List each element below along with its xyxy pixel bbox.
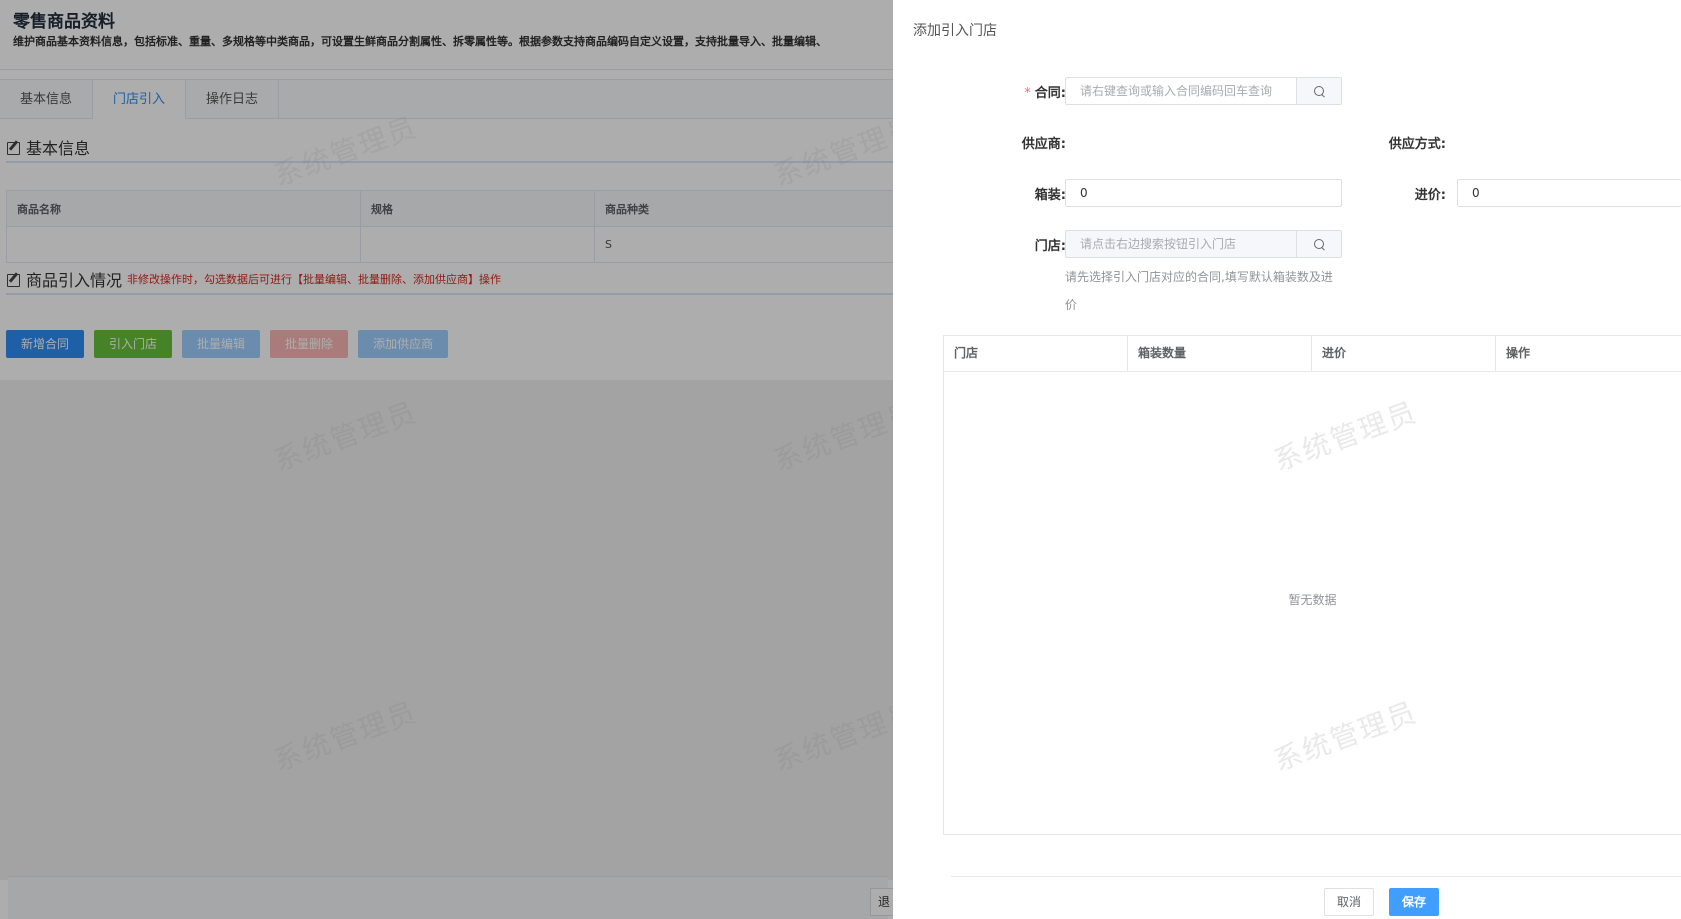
modal-mask[interactable] bbox=[0, 0, 900, 919]
column-header-price: 进价 bbox=[1312, 336, 1496, 371]
box-label: 箱装: bbox=[1034, 188, 1066, 203]
drawer-title: 添加引入门店 bbox=[913, 23, 997, 39]
supplier-label: 供应商: bbox=[1021, 137, 1066, 152]
store-label: 门店: bbox=[1034, 239, 1066, 254]
box-input[interactable]: 0 bbox=[1065, 179, 1342, 207]
drawer-footer bbox=[951, 876, 1681, 919]
column-header-action: 操作 bbox=[1506, 346, 1531, 360]
save-button[interactable]: 保存 bbox=[1389, 888, 1440, 916]
search-icon bbox=[1313, 238, 1325, 250]
empty-text: 暂无数据 bbox=[1288, 593, 1337, 607]
search-icon bbox=[1313, 85, 1325, 97]
column-header-box-qty: 箱装数量 bbox=[1128, 336, 1312, 371]
add-store-drawer: 添加引入门店 *合同: 供应商: 供应方式: 箱装: 0 进价: 0 门店: 请… bbox=[893, 0, 1681, 919]
store-table-header: 门店 箱装数量 进价 操作 bbox=[944, 336, 1681, 372]
contract-search-button[interactable] bbox=[1296, 78, 1341, 104]
contract-input[interactable] bbox=[1066, 78, 1296, 104]
column-header-store: 门店 bbox=[944, 336, 1128, 371]
store-table: 门店 箱装数量 进价 操作 暂无数据 bbox=[943, 335, 1681, 835]
supply-mode-label: 供应方式: bbox=[1388, 137, 1446, 152]
cancel-button[interactable]: 取消 bbox=[1324, 888, 1375, 916]
store-hint: 请先选择引入门店对应的合同,填写默认箱装数及进价 bbox=[1065, 270, 1333, 312]
price-label: 进价: bbox=[1414, 188, 1446, 203]
store-input[interactable] bbox=[1066, 231, 1296, 257]
store-search-button[interactable] bbox=[1296, 231, 1341, 257]
store-search bbox=[1065, 230, 1342, 258]
price-input[interactable]: 0 bbox=[1457, 179, 1681, 207]
contract-label: * 合同: bbox=[1024, 86, 1066, 101]
contract-search bbox=[1065, 77, 1342, 105]
